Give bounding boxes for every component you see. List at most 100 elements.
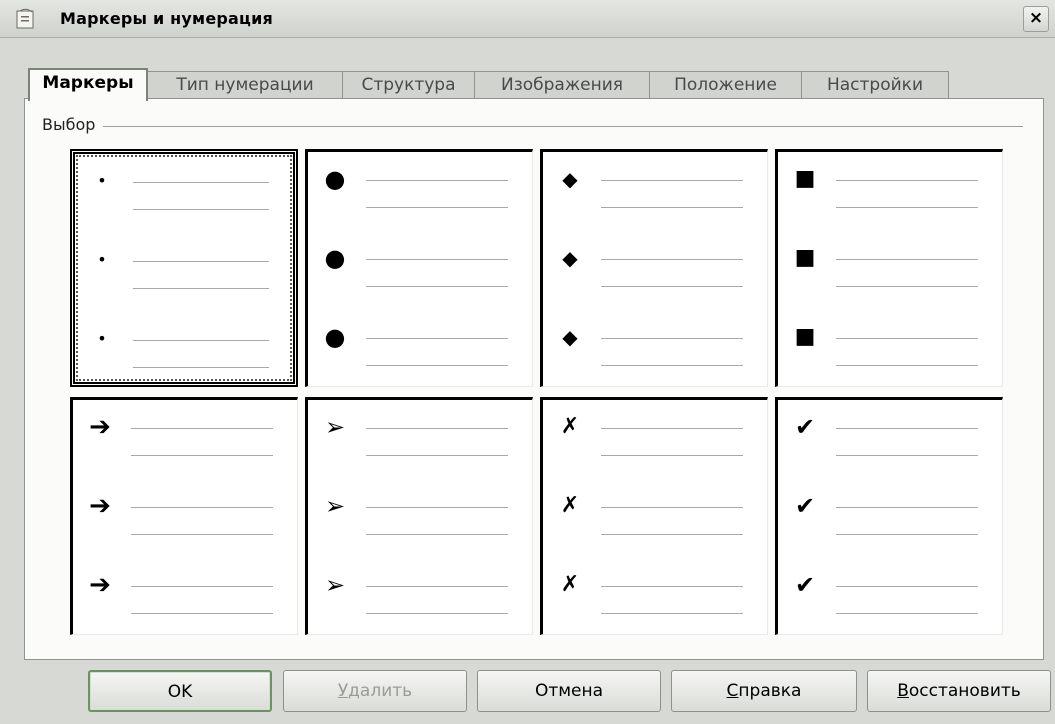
preview-text-line xyxy=(366,259,508,260)
preview-text-line xyxy=(836,338,978,339)
close-button[interactable]: × xyxy=(1023,6,1049,32)
tab-label: Структура xyxy=(361,75,456,95)
diamond-bullet-icon: ◆ xyxy=(562,246,578,270)
help-label: правка xyxy=(738,681,802,701)
preview-text-line xyxy=(601,428,743,429)
preview-text-line xyxy=(133,261,269,262)
preview-text-line xyxy=(131,613,273,614)
preview-text-line xyxy=(601,286,743,287)
large-dot-bullet-icon: ● xyxy=(324,323,346,351)
tab-structure[interactable]: Структура xyxy=(342,71,475,99)
preview-text-line xyxy=(133,367,269,368)
tab-position[interactable]: Положение xyxy=(649,71,802,99)
bullet-option-cross[interactable]: ✗ ✗ ✗ xyxy=(540,397,768,635)
preview-text-line xyxy=(836,428,978,429)
arrow-bullet-icon: ➔ xyxy=(89,412,111,442)
checkmark-bullet-icon: ✔ xyxy=(794,413,816,441)
preview-text-line xyxy=(133,182,269,183)
preview-text-line xyxy=(131,507,273,508)
preview-text-line xyxy=(836,586,978,587)
tab-settings[interactable]: Настройки xyxy=(801,71,949,99)
bullet-option-diamond[interactable]: ◆ ◆ ◆ xyxy=(540,149,768,387)
arrow-bullet-icon: ➔ xyxy=(89,570,111,600)
preview-text-line xyxy=(366,338,508,339)
tab-numbering-type[interactable]: Тип нумерации xyxy=(147,71,343,99)
preview-text-line xyxy=(131,586,273,587)
preview-text-line xyxy=(366,365,508,366)
small-dot-bullet-icon: • xyxy=(97,329,107,348)
cancel-button[interactable]: Отмена xyxy=(477,670,661,712)
delete-mnemonic: У xyxy=(337,681,349,701)
large-dot-bullet-icon: ● xyxy=(324,165,346,193)
preview-text-line xyxy=(836,455,978,456)
help-mnemonic: С xyxy=(726,681,739,701)
arrowhead-bullet-icon: ➢ xyxy=(324,492,346,520)
preview-text-line xyxy=(601,586,743,587)
preview-text-line xyxy=(366,534,508,535)
preview-text-line xyxy=(836,180,978,181)
preview-text-line xyxy=(366,180,508,181)
delete-label: далить xyxy=(348,681,413,701)
cross-bullet-icon: ✗ xyxy=(560,493,580,518)
preview-text-line xyxy=(836,286,978,287)
group-divider xyxy=(42,126,1023,127)
preview-text-line xyxy=(366,613,508,614)
preview-text-line xyxy=(601,338,743,339)
window-title: Маркеры и нумерация xyxy=(60,9,273,28)
cross-bullet-icon: ✗ xyxy=(560,572,580,597)
arrowhead-bullet-icon: ➢ xyxy=(324,413,346,441)
preview-text-line xyxy=(366,507,508,508)
preview-text-line xyxy=(836,507,978,508)
tab-label: Изображения xyxy=(500,75,623,95)
bullet-option-arrow[interactable]: ➔ ➔ ➔ xyxy=(70,397,298,635)
preview-text-line xyxy=(836,207,978,208)
preview-text-line xyxy=(836,259,978,260)
selection-group-label: Выбор xyxy=(42,115,104,134)
preview-text-line xyxy=(131,534,273,535)
preview-text-line xyxy=(366,586,508,587)
ok-button[interactable]: OK xyxy=(88,670,272,712)
tab-label: Тип нумерации xyxy=(176,75,314,95)
preview-text-line xyxy=(601,365,743,366)
tab-label: Настройки xyxy=(826,75,923,95)
delete-button[interactable]: Удалить xyxy=(283,670,467,712)
bullet-option-checkmark[interactable]: ✔ ✔ ✔ xyxy=(775,397,1003,635)
reset-label: осстановить xyxy=(908,681,1021,701)
bullet-option-large-dot[interactable]: ● ● ● xyxy=(305,149,533,387)
tab-label: Маркеры xyxy=(42,73,134,93)
small-dot-bullet-icon: • xyxy=(97,250,107,269)
reset-button[interactable]: Восстановить xyxy=(867,670,1051,712)
tab-images[interactable]: Изображения xyxy=(474,71,650,99)
preview-text-line xyxy=(131,455,273,456)
help-button[interactable]: Справка xyxy=(671,670,857,712)
bullet-option-square[interactable]: ■ ■ ■ xyxy=(775,149,1003,387)
square-bullet-icon: ■ xyxy=(794,166,816,191)
small-dot-bullet-icon: • xyxy=(97,171,107,190)
cross-bullet-icon: ✗ xyxy=(560,414,580,439)
square-bullet-icon: ■ xyxy=(794,324,816,349)
bullet-option-small-dot[interactable]: • • • xyxy=(70,149,298,387)
preview-text-line xyxy=(836,365,978,366)
preview-text-line xyxy=(836,613,978,614)
preview-text-line xyxy=(836,534,978,535)
close-icon: × xyxy=(1028,8,1044,28)
bullet-option-arrowhead[interactable]: ➢ ➢ ➢ xyxy=(305,397,533,635)
button-row: OK Удалить Отмена Справка Восстановить xyxy=(0,670,1055,714)
large-dot-bullet-icon: ● xyxy=(324,244,346,272)
preview-text-line xyxy=(601,534,743,535)
arrow-bullet-icon: ➔ xyxy=(89,491,111,521)
diamond-bullet-icon: ◆ xyxy=(562,167,578,191)
preview-text-line xyxy=(131,428,273,429)
tab-panel: Выбор • • • ● ● ● ◆ ◆ ◆ ■ ■ ■ ➔ ➔ ➔ ➢ ➢ ➢ ✗ ✗ ✗ ✔ ✔ ✔ xyxy=(24,98,1044,660)
cancel-label: Отмена xyxy=(534,681,604,701)
preview-text-line xyxy=(601,259,743,260)
tab-markers[interactable]: Маркеры xyxy=(28,68,148,101)
preview-text-line xyxy=(601,455,743,456)
preview-text-line xyxy=(366,428,508,429)
preview-text-line xyxy=(366,286,508,287)
square-bullet-icon: ■ xyxy=(794,245,816,270)
app-icon xyxy=(16,8,34,29)
preview-text-line xyxy=(601,507,743,508)
preview-text-line xyxy=(601,207,743,208)
preview-text-line xyxy=(366,455,508,456)
